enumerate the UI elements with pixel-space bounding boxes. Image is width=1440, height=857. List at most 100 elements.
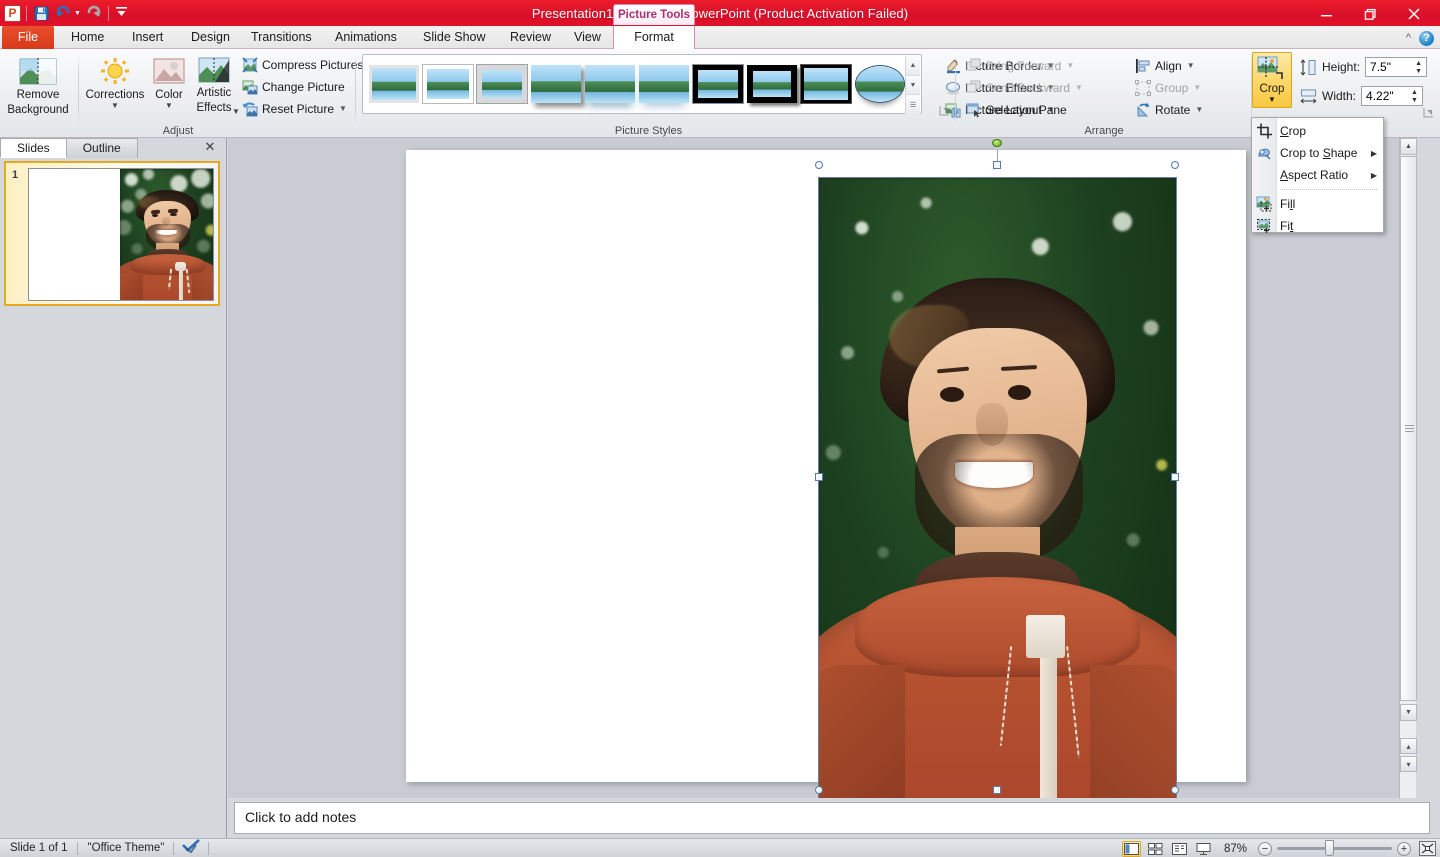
rotate-handle[interactable] — [992, 139, 1002, 147]
picture-style-thumb[interactable] — [639, 65, 689, 103]
color-button[interactable]: Color ▼ — [148, 53, 190, 125]
gallery-scroll-up-icon[interactable]: ▲ — [906, 56, 920, 76]
picture-style-thumb[interactable] — [477, 65, 527, 103]
remove-background-button[interactable]: Remove Background — [4, 53, 72, 119]
zoom-in-button[interactable]: + — [1397, 842, 1411, 856]
slide-canvas[interactable] — [406, 150, 1246, 782]
width-spin-down-icon[interactable]: ▼ — [1411, 97, 1418, 104]
selection-handle-bottom-right[interactable] — [1171, 786, 1179, 794]
group-dropdown-caret[interactable]: ▼ — [1193, 83, 1201, 92]
previous-slide-button[interactable]: ▴ — [1400, 738, 1417, 754]
picture-styles-scroll[interactable]: ▲ ▼ ☰ — [905, 56, 920, 114]
tab-review[interactable]: Review — [499, 26, 562, 49]
artistic-effects-button[interactable]: Artistic Effects — [190, 53, 238, 125]
restore-button[interactable] — [1348, 0, 1392, 28]
selection-handle-top-right[interactable] — [1171, 161, 1179, 169]
width-spin-up-icon[interactable]: ▲ — [1411, 89, 1418, 96]
picture-style-thumb[interactable] — [369, 65, 419, 103]
zoom-slider-track[interactable] — [1277, 847, 1392, 850]
tab-view[interactable]: View — [563, 26, 612, 49]
tab-file[interactable]: File — [2, 26, 54, 49]
vertical-scrollbar[interactable]: ▲ ▼ ▴ ▾ — [1399, 138, 1416, 798]
selection-handle-bottom-center[interactable] — [993, 786, 1001, 794]
close-button[interactable] — [1392, 0, 1436, 28]
gallery-scroll-down-icon[interactable]: ▼ — [906, 76, 920, 96]
change-picture-button[interactable]: Change Picture — [238, 76, 349, 97]
reset-picture-dropdown-caret[interactable]: ▼ — [339, 104, 347, 113]
scrollbar-thumb[interactable] — [1400, 156, 1417, 701]
next-slide-button[interactable]: ▾ — [1400, 756, 1417, 772]
picture-style-thumb[interactable] — [531, 65, 581, 103]
corrections-button[interactable]: Corrections ▼ — [84, 53, 146, 125]
selection-handle-top-center[interactable] — [993, 161, 1001, 169]
height-spin-down-icon[interactable]: ▼ — [1415, 68, 1422, 75]
menu-item-crop-to-shape[interactable]: Crop to Shape ▶ — [1252, 142, 1383, 164]
reading-view-button[interactable] — [1170, 841, 1189, 857]
gallery-more-icon[interactable]: ☰ — [906, 95, 920, 114]
picture-style-thumb-selected[interactable] — [693, 65, 743, 103]
slide-indicator[interactable]: Slide 1 of 1 — [0, 839, 78, 857]
menu-item-fit[interactable]: Fit — [1252, 215, 1383, 237]
align-button[interactable]: Align ▼ — [1131, 55, 1199, 76]
zoom-level-label[interactable]: 87% — [1218, 843, 1253, 855]
crop-button[interactable]: Crop ▼ — [1252, 52, 1292, 108]
picture-style-thumb[interactable] — [855, 65, 905, 103]
crop-dropdown-caret[interactable]: ▼ — [1268, 95, 1276, 104]
send-backward-button[interactable]: Send Backward ▼ — [962, 77, 1087, 98]
picture-style-thumb[interactable] — [585, 65, 635, 103]
slide-picture[interactable] — [819, 178, 1176, 802]
width-spinbox[interactable]: ▲ ▼ — [1361, 86, 1423, 106]
help-icon[interactable]: ? — [1419, 31, 1434, 46]
color-dropdown-caret[interactable]: ▼ — [165, 102, 173, 110]
height-input[interactable] — [1366, 58, 1410, 76]
picture-style-thumb[interactable] — [747, 65, 797, 103]
rotate-button[interactable]: Rotate ▼ — [1131, 99, 1207, 120]
send-backward-dropdown-caret[interactable]: ▼ — [1075, 83, 1083, 92]
menu-item-crop[interactable]: Crop — [1252, 120, 1383, 142]
selection-handle-middle-right[interactable] — [1171, 473, 1179, 481]
minimize-ribbon-icon[interactable]: ^ — [1406, 32, 1411, 44]
bring-forward-dropdown-caret[interactable]: ▼ — [1066, 61, 1074, 70]
close-pane-icon[interactable]: ✕ — [202, 139, 218, 155]
slide-show-button[interactable] — [1194, 841, 1213, 857]
fit-to-window-button[interactable] — [1419, 841, 1436, 856]
selection-handle-top-left[interactable] — [815, 161, 823, 169]
picture-styles-dialog-launcher[interactable] — [939, 105, 950, 116]
tab-insert[interactable]: Insert — [121, 26, 174, 49]
width-input[interactable] — [1362, 87, 1406, 105]
tab-design[interactable]: Design — [180, 26, 241, 49]
normal-view-button[interactable] — [1122, 841, 1141, 857]
width-spin-arrows[interactable]: ▲ ▼ — [1409, 88, 1420, 105]
selection-handle-bottom-left[interactable] — [815, 786, 823, 794]
tab-format[interactable]: Format — [613, 26, 695, 49]
powerpoint-logo-icon[interactable]: P — [4, 5, 21, 22]
customize-qat-icon[interactable] — [114, 4, 133, 23]
undo-dropdown-caret[interactable]: ▼ — [74, 10, 81, 17]
slide-thumbnail-preview[interactable] — [28, 168, 214, 301]
tab-outline[interactable]: Outline — [66, 138, 138, 158]
height-spin-arrows[interactable]: ▲ ▼ — [1413, 59, 1424, 76]
slide-sorter-button[interactable] — [1146, 841, 1165, 857]
tab-slide-show[interactable]: Slide Show — [412, 26, 497, 49]
tab-slides[interactable]: Slides — [0, 138, 67, 158]
corrections-dropdown-caret[interactable]: ▼ — [111, 102, 119, 110]
size-dialog-launcher[interactable] — [1423, 107, 1434, 118]
tab-transitions[interactable]: Transitions — [240, 26, 323, 49]
zoom-out-button[interactable]: − — [1258, 842, 1272, 856]
scroll-down-button[interactable]: ▼ — [1400, 704, 1417, 721]
undo-icon[interactable] — [54, 4, 73, 23]
menu-item-aspect-ratio[interactable]: Aspect Ratio ▶ — [1252, 164, 1383, 186]
notes-placeholder[interactable]: Click to add notes — [234, 802, 1430, 834]
group-button[interactable]: Group ▼ — [1131, 77, 1205, 98]
selection-handle-middle-left[interactable] — [815, 473, 823, 481]
align-dropdown-caret[interactable]: ▼ — [1187, 61, 1195, 70]
minimize-button[interactable] — [1304, 0, 1348, 28]
rotate-dropdown-caret[interactable]: ▼ — [1195, 105, 1203, 114]
picture-style-thumb[interactable] — [423, 65, 473, 103]
spellcheck-indicator[interactable] — [174, 839, 209, 857]
redo-icon[interactable] — [84, 4, 103, 23]
slide-thumbnail-item[interactable]: 1 — [4, 161, 220, 306]
height-spinbox[interactable]: ▲ ▼ — [1365, 57, 1427, 77]
compress-pictures-button[interactable]: Compress Pictures — [238, 54, 367, 75]
tab-animations[interactable]: Animations — [324, 26, 408, 49]
